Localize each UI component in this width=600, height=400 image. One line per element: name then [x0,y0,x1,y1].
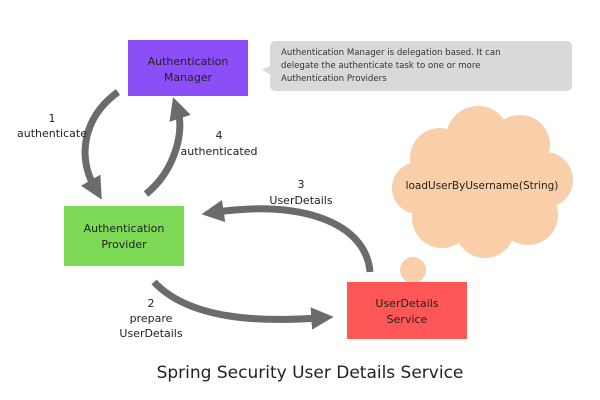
user-details-return-arrow [201,199,374,273]
authenticated-arrow [143,97,191,197]
step-1-label: 1 authenticate [17,112,87,140]
step-4-text: authenticated [181,145,258,158]
note-text-line3: Authentication Providers [281,74,387,84]
user-details-service-label-line2: Service [387,313,428,326]
note-text-line1: Authentication Manager is delegation bas… [281,48,501,58]
authentication-provider-label-line1: Authentication [84,222,165,235]
step-1-text: authenticate [17,127,87,140]
step-2-label: 2 prepare UserDetails [119,297,182,340]
authentication-manager-label-line1: Authentication [148,55,229,68]
prepare-user-details-arrow [151,279,334,330]
step-4-label: 4 authenticated [181,129,258,158]
cloud-bubble [400,257,426,283]
cloud-text: loadUserByUsername(String) [406,180,559,192]
authentication-provider-box [64,206,184,266]
diagram-title: Spring Security User Details Service [157,363,464,383]
step-4-number: 4 [216,129,223,142]
authentication-manager-box [128,40,248,96]
authentication-provider-node: Authentication Provider [64,206,184,266]
step-2-text-line2: UserDetails [119,327,182,340]
authentication-manager-label-line2: Manager [164,71,213,84]
authentication-manager-node: Authentication Manager [128,40,248,96]
step-2-text-line1: prepare [130,312,173,325]
load-user-cloud: loadUserByUsername(String) [392,106,573,283]
user-details-service-node: UserDetails Service [347,282,467,339]
step-3-number: 3 [298,178,305,191]
authentication-provider-label-line2: Provider [101,238,147,251]
authenticate-arrow [80,89,121,200]
user-details-service-label-line1: UserDetails [375,297,438,310]
step-1-number: 1 [49,112,56,125]
delegation-note-callout: Authentication Manager is delegation bas… [262,41,572,91]
step-3-text: UserDetails [269,194,332,207]
step-3-label: 3 UserDetails [269,178,332,207]
authentication-flow-diagram: Authentication Manager Authentication Ma… [17,40,573,383]
step-2-number: 2 [148,297,155,310]
note-text-line2: delegate the authenticate task to one or… [281,61,480,71]
user-details-service-box [347,282,467,339]
